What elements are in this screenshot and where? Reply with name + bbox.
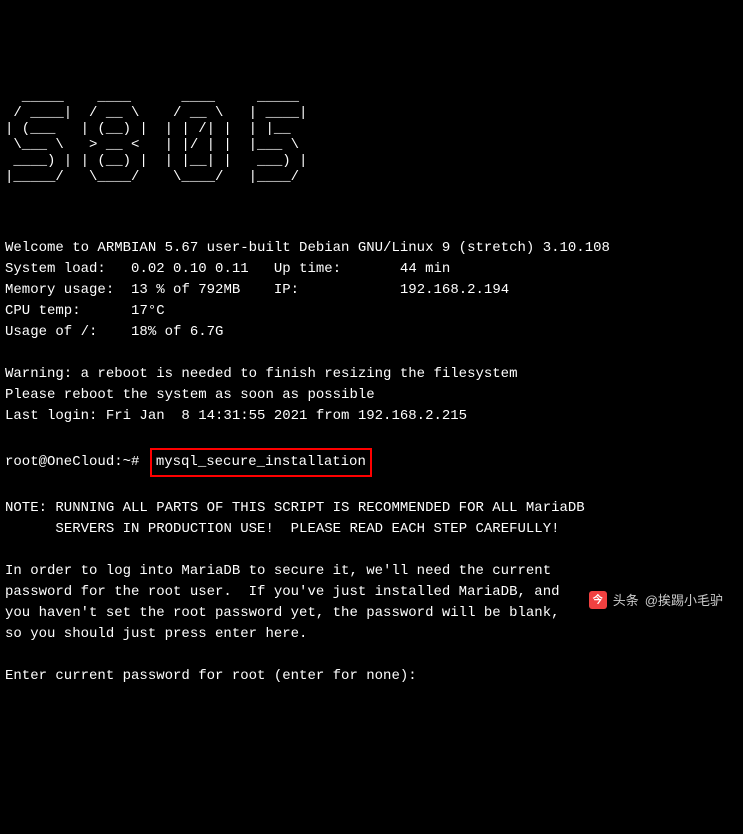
mem-label: Memory usage: <box>5 282 114 298</box>
note-line-1: NOTE: RUNNING ALL PARTS OF THIS SCRIPT I… <box>5 500 585 516</box>
mem-value: 13 % of 792MB <box>131 282 240 298</box>
uptime-label: Up time: <box>274 261 341 277</box>
load-label: System load: <box>5 261 106 277</box>
disk-value: 18% of 6.7G <box>131 324 223 340</box>
load-value: 0.02 0.10 0.11 <box>131 261 249 277</box>
watermark: 今 头条 @挨踢小毛驴 <box>589 591 723 611</box>
body-line-2: password for the root user. If you've ju… <box>5 584 560 600</box>
last-login: Last login: Fri Jan 8 14:31:55 2021 from… <box>5 408 467 424</box>
ip-value: 192.168.2.194 <box>400 282 509 298</box>
watermark-user: @挨踢小毛驴 <box>645 591 723 611</box>
note-line-2: SERVERS IN PRODUCTION USE! PLEASE READ E… <box>5 521 560 537</box>
terminal-output: Welcome to ARMBIAN 5.67 user-built Debia… <box>5 217 738 687</box>
cpu-label: CPU temp: <box>5 303 81 319</box>
disk-label: Usage of /: <box>5 324 97 340</box>
uptime-value: 44 min <box>400 261 450 277</box>
watermark-brand: 头条 <box>613 591 639 611</box>
warning-line-1: Warning: a reboot is needed to finish re… <box>5 366 517 382</box>
command-text[interactable]: mysql_secure_installation <box>156 454 366 470</box>
ascii-banner: _____ ____ ____ _____ / ____| / __ \ / _… <box>5 89 738 186</box>
warning-line-2: Please reboot the system as soon as poss… <box>5 387 375 403</box>
command-highlight: mysql_secure_installation <box>150 448 372 477</box>
watermark-logo-icon: 今 <box>589 591 607 609</box>
body-line-3: you haven't set the root password yet, t… <box>5 605 560 621</box>
welcome-line: Welcome to ARMBIAN 5.67 user-built Debia… <box>5 240 610 256</box>
password-prompt[interactable]: Enter current password for root (enter f… <box>5 668 417 684</box>
cpu-value: 17°C <box>131 303 165 319</box>
ip-label: IP: <box>274 282 299 298</box>
shell-prompt: root@OneCloud:~# <box>5 454 139 470</box>
body-line-1: In order to log into MariaDB to secure i… <box>5 563 551 579</box>
